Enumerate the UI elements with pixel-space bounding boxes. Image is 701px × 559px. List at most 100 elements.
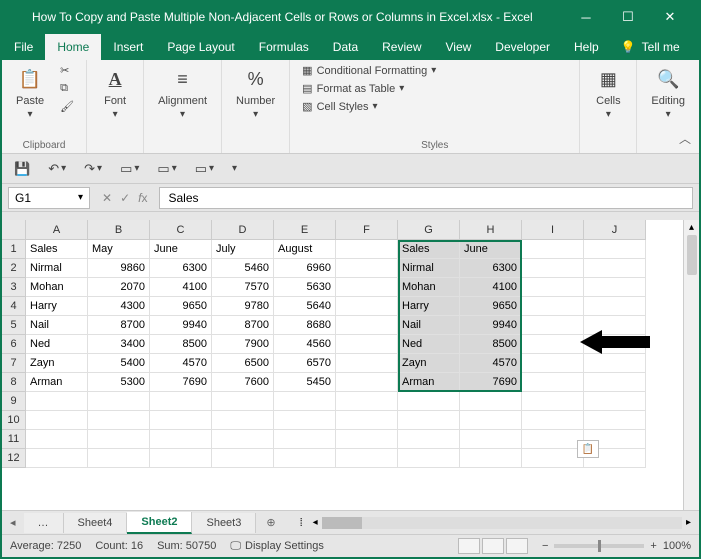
cell-B9[interactable] [88,392,150,411]
cell-B6[interactable]: 3400 [88,335,150,354]
sheet-tab-more[interactable]: … [24,513,64,533]
zoom-out-button[interactable]: − [542,540,548,552]
cell-H4[interactable]: 9650 [460,297,522,316]
cell-I10[interactable] [522,411,584,430]
tab-page-layout[interactable]: Page Layout [155,34,246,60]
cell-A2[interactable]: Nirmal [26,259,88,278]
cell-J1[interactable] [584,240,646,259]
cancel-icon[interactable]: ✕ [102,191,112,205]
cell-A12[interactable] [26,449,88,468]
cell-I6[interactable] [522,335,584,354]
col-header-G[interactable]: G [398,220,460,239]
cell-C9[interactable] [150,392,212,411]
tab-formulas[interactable]: Formulas [247,34,321,60]
cell-E8[interactable]: 5450 [274,373,336,392]
normal-view-button[interactable] [458,538,480,554]
cell-C12[interactable] [150,449,212,468]
cell-H6[interactable]: 8500 [460,335,522,354]
cell-A5[interactable]: Nail [26,316,88,335]
cell-A7[interactable]: Zayn [26,354,88,373]
cell-G11[interactable] [398,430,460,449]
select-all-corner[interactable] [2,220,26,240]
tab-file[interactable]: File [2,34,45,60]
cell-J7[interactable] [584,354,646,373]
row-header-1[interactable]: 1 [2,240,25,259]
tab-nav-prev[interactable]: ◂ [2,516,24,529]
cell-J9[interactable] [584,392,646,411]
close-button[interactable]: ✕ [649,2,691,32]
cell-E9[interactable] [274,392,336,411]
cell-B4[interactable]: 4300 [88,297,150,316]
row-header-12[interactable]: 12 [2,449,25,468]
qat-button-2[interactable]: ▭▾ [153,159,180,179]
cell-E7[interactable]: 6570 [274,354,336,373]
col-header-H[interactable]: H [460,220,522,239]
cell-G3[interactable]: Mohan [398,278,460,297]
cell-B10[interactable] [88,411,150,430]
cell-D12[interactable] [212,449,274,468]
page-break-view-button[interactable] [506,538,528,554]
cell-G5[interactable]: Nail [398,316,460,335]
cell-E4[interactable]: 5640 [274,297,336,316]
cell-I11[interactable] [522,430,584,449]
copy-button[interactable]: ⧉ [56,81,78,96]
cell-I2[interactable] [522,259,584,278]
col-header-D[interactable]: D [212,220,274,239]
grid[interactable]: SalesNirmalMohanHarryNailNedZaynArmanMay… [26,240,646,468]
row-header-2[interactable]: 2 [2,259,25,278]
cell-A10[interactable] [26,411,88,430]
cell-F8[interactable] [336,373,398,392]
page-layout-view-button[interactable] [482,538,504,554]
cell-F12[interactable] [336,449,398,468]
cell-I9[interactable] [522,392,584,411]
col-header-I[interactable]: I [522,220,584,239]
cell-I7[interactable] [522,354,584,373]
col-header-J[interactable]: J [584,220,646,239]
tab-developer[interactable]: Developer [483,34,562,60]
row-header-5[interactable]: 5 [2,316,25,335]
cell-B5[interactable]: 8700 [88,316,150,335]
cell-D6[interactable]: 7900 [212,335,274,354]
number-button[interactable]: % Number ▾ [230,63,281,122]
cell-E1[interactable]: August [274,240,336,259]
cell-B11[interactable] [88,430,150,449]
hscroll-thumb[interactable] [322,517,362,529]
cell-C3[interactable]: 4100 [150,278,212,297]
fx-icon[interactable]: fx [138,191,147,205]
cell-H10[interactable] [460,411,522,430]
cell-I8[interactable] [522,373,584,392]
cell-J3[interactable] [584,278,646,297]
row-header-10[interactable]: 10 [2,411,25,430]
row-header-9[interactable]: 9 [2,392,25,411]
cell-F10[interactable] [336,411,398,430]
cell-I12[interactable] [522,449,584,468]
tab-review[interactable]: Review [370,34,433,60]
cell-B7[interactable]: 5400 [88,354,150,373]
tab-home[interactable]: Home [45,34,101,60]
cell-D3[interactable]: 7570 [212,278,274,297]
cells-button[interactable]: ▦ Cells ▾ [588,63,628,122]
cell-F4[interactable] [336,297,398,316]
undo-button[interactable]: ↶▾ [44,159,70,179]
format-painter-button[interactable]: 🖌 [56,99,78,114]
tab-insert[interactable]: Insert [101,34,155,60]
horizontal-scrollbar[interactable]: ⁞ ◂ ▸ [286,517,699,529]
cell-H11[interactable] [460,430,522,449]
cell-G7[interactable]: Zayn [398,354,460,373]
cell-G4[interactable]: Harry [398,297,460,316]
cell-I4[interactable] [522,297,584,316]
cell-H8[interactable]: 7690 [460,373,522,392]
paste-button[interactable]: 📋 Paste ▾ [10,63,50,122]
cell-F9[interactable] [336,392,398,411]
cell-B2[interactable]: 9860 [88,259,150,278]
sheet-tab-sheet2[interactable]: Sheet2 [127,512,192,534]
cell-D9[interactable] [212,392,274,411]
cell-D10[interactable] [212,411,274,430]
cell-styles-button[interactable]: ▧Cell Styles▾ [298,99,440,114]
cell-D2[interactable]: 5460 [212,259,274,278]
cell-H12[interactable] [460,449,522,468]
tab-help[interactable]: Help [562,34,611,60]
cell-J4[interactable] [584,297,646,316]
name-box[interactable]: G1 ▾ [8,187,90,209]
paste-options-button[interactable]: 📋 [577,440,599,458]
